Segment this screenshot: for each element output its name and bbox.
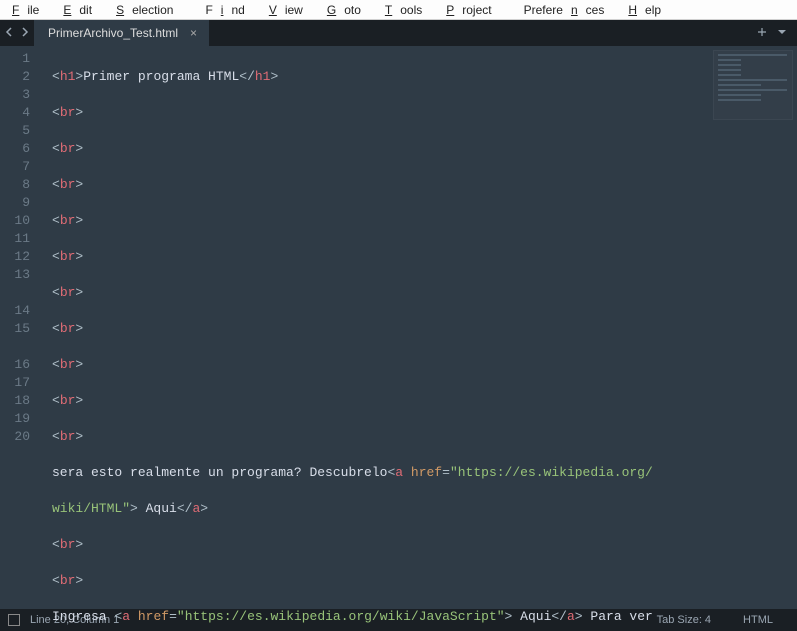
line-number: 6	[0, 140, 30, 158]
line-number: 10	[0, 212, 30, 230]
menu-preferences[interactable]: Preferences	[508, 1, 621, 19]
menu-tools[interactable]: Tools	[377, 1, 438, 19]
minimap[interactable]	[713, 50, 793, 120]
line-number: 2	[0, 68, 30, 86]
menu-help[interactable]: Help	[620, 1, 677, 19]
menu-project[interactable]: Project	[438, 1, 507, 19]
line-number: 11	[0, 230, 30, 248]
menu-edit[interactable]: Edit	[55, 1, 108, 19]
line-number: 20	[0, 428, 30, 446]
line-number: 15	[0, 320, 30, 356]
menu-file[interactable]: File	[4, 1, 55, 19]
tab-title: PrimerArchivo_Test.html	[48, 26, 178, 40]
nav-arrows	[0, 20, 34, 46]
line-number: 4	[0, 104, 30, 122]
editor-area[interactable]: 1 2 3 4 5 6 7 8 9 10 11 12 13 14 15 16 1…	[0, 46, 797, 609]
line-number: 3	[0, 86, 30, 104]
line-number: 13	[0, 266, 30, 302]
line-number: 8	[0, 176, 30, 194]
menu-view[interactable]: View	[261, 1, 319, 19]
nav-forward-icon[interactable]	[20, 26, 30, 40]
code-area[interactable]: <h1>Primer programa HTML</h1> <br> <br> …	[38, 46, 797, 609]
line-number: 5	[0, 122, 30, 140]
gutter: 1 2 3 4 5 6 7 8 9 10 11 12 13 14 15 16 1…	[0, 46, 38, 609]
menu-selection[interactable]: Selection	[108, 1, 189, 19]
menu-find[interactable]: Find	[189, 1, 260, 19]
tab-active[interactable]: PrimerArchivo_Test.html ×	[34, 20, 209, 46]
line-number: 18	[0, 392, 30, 410]
line-number: 16	[0, 356, 30, 374]
close-icon[interactable]: ×	[190, 26, 197, 40]
line-number: 1	[0, 50, 30, 68]
line-number: 17	[0, 374, 30, 392]
line-number: 12	[0, 248, 30, 266]
tab-dropdown-icon[interactable]	[777, 26, 787, 40]
menu-bar: File Edit Selection Find View Goto Tools…	[0, 0, 797, 20]
nav-back-icon[interactable]	[4, 26, 14, 40]
line-number: 19	[0, 410, 30, 428]
tab-bar: PrimerArchivo_Test.html ×	[0, 20, 797, 46]
line-number: 9	[0, 194, 30, 212]
new-tab-icon[interactable]	[757, 26, 767, 40]
line-number: 14	[0, 302, 30, 320]
panel-toggle-icon[interactable]	[8, 614, 20, 626]
line-number: 7	[0, 158, 30, 176]
menu-goto[interactable]: Goto	[319, 1, 377, 19]
